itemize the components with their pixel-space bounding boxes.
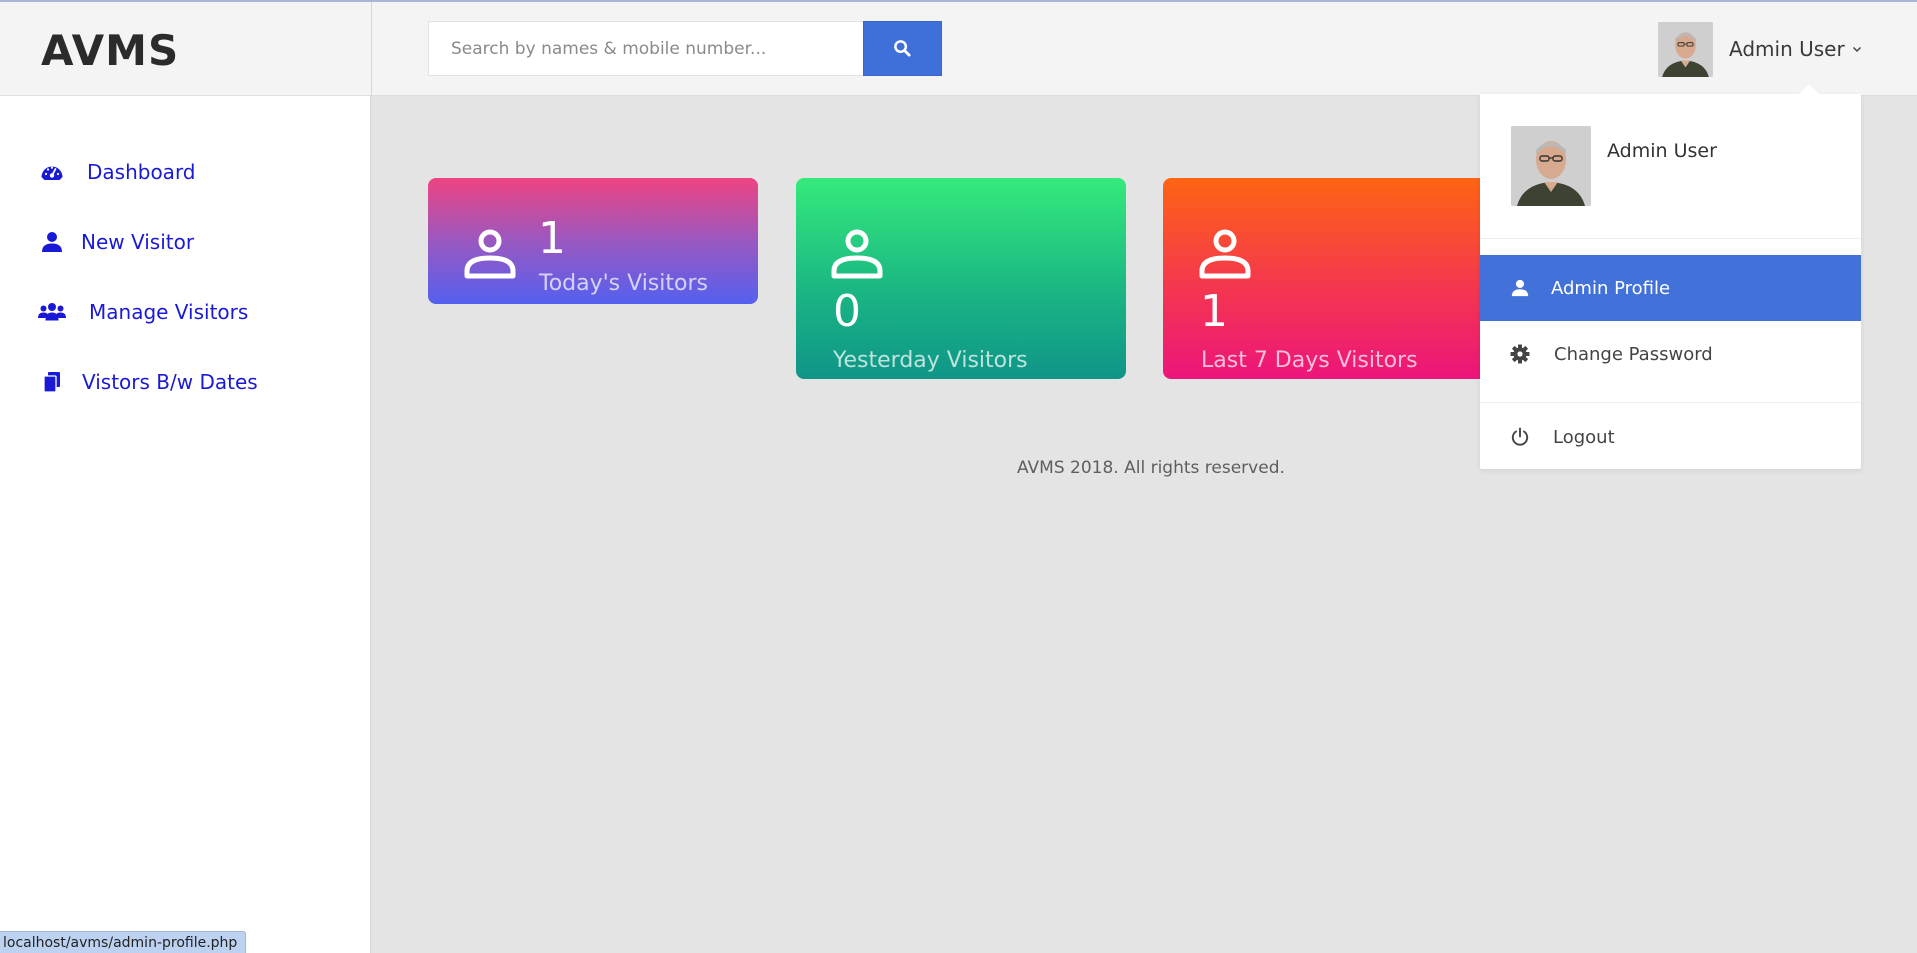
menu-item-label: Logout [1553,426,1615,448]
stat-card-today[interactable]: 1 Today's Visitors [428,178,758,304]
browser-status-url: localhost/avms/admin-profile.php [0,931,247,953]
dropdown-divider [1480,238,1861,239]
footer-copyright: AVMS 2018. All rights reserved. [1017,458,1285,478]
user-outline-icon [1199,229,1251,279]
stat-count: 1 [538,213,566,264]
search-icon [894,40,911,57]
user-dropdown-menu: Admin User Admin Profile Change Password… [1480,84,1861,470]
stat-count: 0 [833,286,861,337]
sidebar-item-label: Manage Visitors [89,300,249,324]
sidebar: Dashboard New Visitor Manage Visitors Vi… [0,96,371,953]
sidebar-item-label: New Visitor [81,230,195,254]
tachometer-icon [38,158,66,186]
dropdown-user-name: Admin User [1607,140,1717,162]
chevron-down-icon [1851,43,1863,55]
files-icon [38,368,66,396]
menu-item-label: Change Password [1554,343,1713,365]
user-menu-toggle[interactable]: Admin User [1658,21,1863,77]
power-icon [1509,426,1531,448]
stat-card-last-7-days[interactable]: 1 Last 7 Days Visitors [1163,178,1493,379]
sidebar-item-label: Dashboard [87,160,196,184]
sidebar-item-new-visitor[interactable]: New Visitor [38,228,194,256]
sidebar-item-visitors-between-dates[interactable]: Vistors B/w Dates [38,368,258,396]
stat-count: 1 [1200,286,1228,337]
search-input[interactable] [428,21,863,76]
stat-label: Yesterday Visitors [833,348,1028,373]
sidebar-item-manage-visitors[interactable]: Manage Visitors [38,298,248,326]
dropdown-avatar [1511,126,1591,206]
dropdown-divider [1480,402,1861,403]
search-button[interactable] [863,21,942,76]
user-outline-icon [464,229,516,279]
sidebar-item-label: Vistors B/w Dates [82,370,258,394]
sidebar-item-dashboard[interactable]: Dashboard [38,158,196,186]
menu-item-change-password[interactable]: Change Password [1480,321,1861,387]
user-name: Admin User [1729,37,1845,61]
brand-logo[interactable]: AVMS [41,26,179,75]
menu-item-logout[interactable]: Logout [1480,404,1861,470]
stat-label: Today's Visitors [539,271,708,296]
stat-label: Last 7 Days Visitors [1201,348,1418,373]
menu-item-admin-profile[interactable]: Admin Profile [1480,255,1861,321]
user-icon [38,228,66,256]
stat-card-yesterday[interactable]: 0 Yesterday Visitors [796,178,1126,379]
menu-item-label: Admin Profile [1551,277,1671,299]
gear-icon [1509,343,1531,365]
user-outline-icon [831,229,883,279]
user-avatar [1658,21,1713,77]
users-icon [38,298,66,326]
user-icon [1509,277,1531,299]
brand-panel: AVMS [0,2,371,96]
